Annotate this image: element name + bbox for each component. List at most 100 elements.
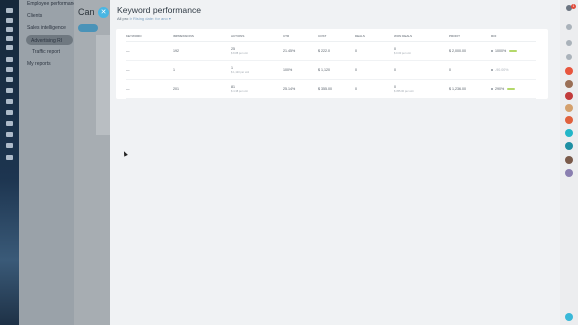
cell-cost: $ 355.00 [318, 79, 355, 99]
avatar[interactable] [565, 129, 573, 137]
cell-ctr: 25.14% [283, 79, 318, 99]
won-per-unit: $ 0.00 per unit [394, 51, 411, 55]
cell-cost: $ 222.0 [318, 41, 355, 61]
cell-roi: 1000% [491, 41, 536, 61]
cell-keyword: — [126, 60, 173, 80]
table-row[interactable]: — 1 1 $ 1,120 per unit 100% $ 1,120 0 0 0… [126, 60, 536, 80]
keyword-performance-panel: Keyword performance All pro Ir Rising da… [110, 0, 560, 325]
column-header[interactable]: Actions [231, 32, 283, 42]
column-header[interactable]: Won deals [394, 32, 449, 42]
subtitle-prefix: All pro [117, 16, 129, 21]
cart-icon[interactable] [6, 88, 13, 93]
cell-profit: $ 2,000.00 [449, 41, 491, 61]
calendar-icon[interactable] [6, 77, 13, 82]
actions-value: 81 [231, 84, 235, 89]
date-filter-link[interactable]: Ir Rising date: for ano ▾ [129, 16, 170, 21]
roi-bar [509, 49, 518, 52]
won-per-unit: $ 355.00 per unit [394, 89, 414, 93]
search-icon[interactable] [6, 27, 13, 32]
avatar[interactable] [565, 104, 573, 112]
roi-dot-icon [491, 68, 493, 71]
close-button[interactable]: ✕ [98, 7, 109, 18]
actions-per-unit: $ 8.88 per unit [231, 51, 248, 55]
avatar[interactable] [565, 156, 573, 164]
chat-widget-icon[interactable] [565, 313, 573, 321]
won-deals-value: 0 [394, 46, 396, 51]
roi-bar [507, 87, 516, 90]
folder-icon[interactable] [6, 99, 13, 104]
nav-item-advertising[interactable]: Advertising RI [31, 38, 62, 44]
cell-deals: 0 [355, 60, 394, 80]
settings-icon[interactable] [566, 40, 572, 46]
actions-value: 1 [231, 65, 233, 70]
nav-item-my-reports[interactable]: My reports [27, 61, 51, 67]
column-header[interactable]: Keyword [126, 32, 173, 42]
table-row[interactable]: — 201 81 $ 4.38 per unit 25.14% $ 355.00 … [126, 79, 536, 99]
mail-icon[interactable] [6, 110, 13, 115]
cell-ctr: 21.45% [283, 41, 318, 61]
actions-per-unit: $ 1,120 per unit [231, 70, 250, 74]
roi-value: 1000% [495, 48, 507, 53]
column-header[interactable]: CTR [283, 32, 318, 42]
cell-won-deals: 0 $ 0.00 per unit [394, 41, 449, 61]
help-icon[interactable] [566, 24, 572, 30]
table-header-row: Keyword Impressions Actions CTR Cost Dea… [126, 32, 536, 42]
nav-item-clients[interactable]: Clients [27, 13, 42, 19]
grid-icon[interactable] [6, 57, 13, 62]
keyword-table: Keyword Impressions Actions CTR Cost Dea… [126, 32, 536, 99]
nav-item-employee-performance[interactable]: Employee performance [27, 1, 79, 7]
roi-value: 290% [495, 86, 505, 91]
cell-impressions: 201 [173, 79, 231, 99]
column-header[interactable]: Deals [355, 32, 394, 42]
right-icon-rail: 1 [560, 0, 578, 325]
home-icon[interactable] [6, 18, 13, 23]
cell-keyword: — [126, 79, 173, 99]
cell-actions: 81 $ 4.38 per unit [231, 79, 283, 99]
cell-actions: 1 $ 1,120 per unit [231, 60, 283, 80]
cell-keyword: — [126, 41, 173, 61]
cell-ctr: 100% [283, 60, 318, 80]
chat-icon[interactable] [565, 67, 573, 75]
table-row[interactable]: — 192 25 $ 8.88 per unit 21.45% $ 222.0 0… [126, 41, 536, 61]
cell-won-deals: 0 [394, 60, 449, 80]
panel-title: Keyword performance [117, 5, 202, 15]
cell-won-deals: 0 $ 355.00 per unit [394, 79, 449, 99]
app-icon-rail [0, 0, 19, 325]
avatar[interactable] [565, 92, 573, 100]
background-page-title: Can [78, 7, 95, 17]
settings-icon[interactable] [6, 155, 13, 160]
roi-value: -90.00% [495, 67, 509, 72]
panel-subtitle: All pro Ir Rising date: for ano ▾ [117, 16, 171, 21]
avatar[interactable] [565, 116, 573, 124]
keyword-table-card: Keyword Impressions Actions CTR Cost Dea… [116, 29, 548, 99]
column-header[interactable]: Cost [318, 32, 355, 42]
notification-badge: 1 [571, 4, 576, 9]
nav-item-sales-intelligence[interactable]: Sales intelligence [27, 25, 66, 31]
cell-profit: 0 [449, 60, 491, 80]
avatar[interactable] [565, 169, 573, 177]
menu-icon[interactable] [6, 8, 13, 13]
avatar[interactable] [565, 80, 573, 88]
user-icon[interactable] [6, 45, 13, 50]
won-deals-value: 0 [394, 84, 396, 89]
background-panel [96, 35, 110, 135]
roi-dot-icon [491, 87, 493, 90]
won-deals-value: 0 [394, 67, 396, 72]
chart-icon[interactable] [6, 67, 13, 72]
cell-deals: 0 [355, 41, 394, 61]
avatar[interactable] [565, 142, 573, 150]
cell-impressions: 1 [173, 60, 231, 80]
column-header[interactable]: Impressions [173, 32, 231, 42]
roi-dot-icon [491, 49, 493, 52]
reports-icon[interactable] [6, 121, 13, 126]
nav-item-traffic-report[interactable]: Traffic report [32, 49, 60, 55]
list-icon[interactable] [6, 132, 13, 137]
bell-icon[interactable] [6, 36, 13, 41]
search-icon[interactable] [566, 54, 572, 60]
background-button [78, 24, 98, 32]
column-header[interactable]: Profit [449, 32, 491, 42]
filter-icon[interactable] [6, 143, 13, 148]
cell-profit: $ 1,236.00 [449, 79, 491, 99]
cell-actions: 25 $ 8.88 per unit [231, 41, 283, 61]
column-header[interactable]: ROI [491, 32, 536, 42]
